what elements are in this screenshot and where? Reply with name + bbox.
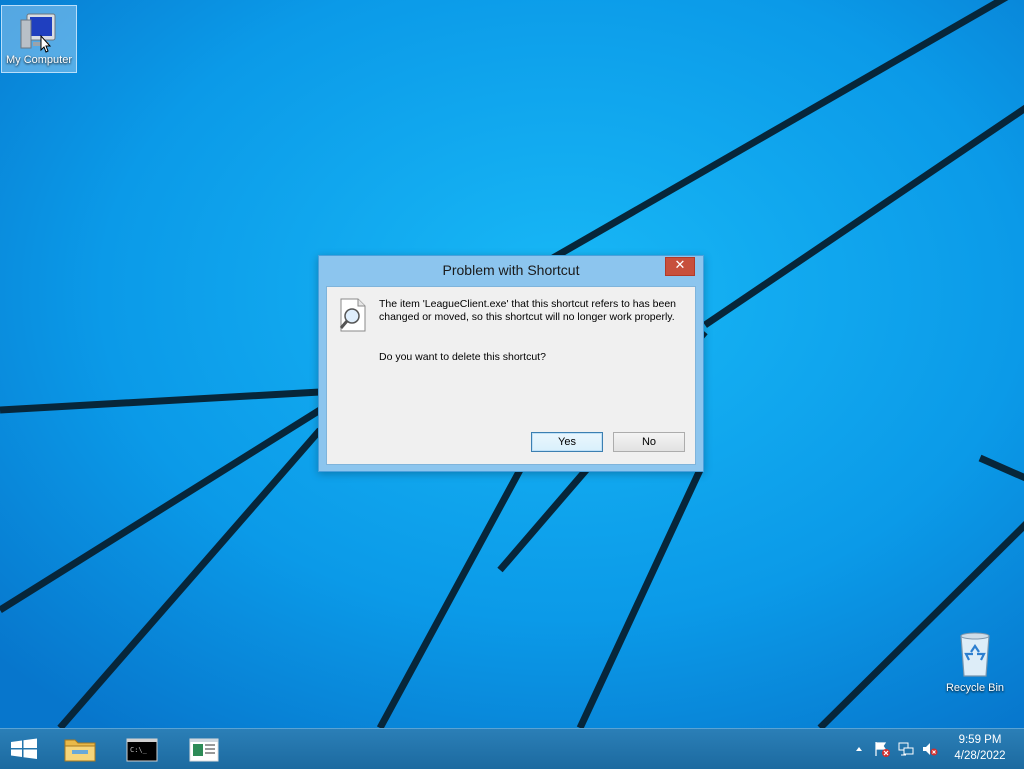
network-icon[interactable] [898, 741, 914, 757]
application-window-icon [189, 738, 219, 762]
document-search-icon [338, 298, 368, 332]
file-explorer-button[interactable] [60, 733, 100, 765]
folder-icon [64, 739, 96, 762]
command-prompt-button[interactable]: C:\_ [122, 733, 162, 765]
desktop-icon-my-computer[interactable]: My Computer [1, 5, 77, 73]
close-button[interactable]: ✕ [665, 257, 695, 276]
terminal-icon: C:\_ [126, 738, 158, 762]
dialog-question: Do you want to delete this shortcut? [379, 351, 546, 363]
action-center-flag-icon[interactable] [874, 741, 890, 757]
recycle-bin-icon [955, 630, 995, 680]
no-button[interactable]: No [613, 432, 685, 452]
application-button[interactable] [184, 733, 224, 765]
volume-muted-icon[interactable] [922, 741, 938, 757]
desktop-icon-label: Recycle Bin [945, 682, 1005, 694]
dialog-body: The item 'LeagueClient.exe' that this sh… [326, 286, 696, 465]
computer-icon [17, 12, 61, 54]
desktop-icon-recycle-bin[interactable]: Recycle Bin [936, 630, 1014, 695]
desktop-icon-label: My Computer [5, 54, 73, 66]
taskbar: C:\_ 9:59 PM 4/28/2022 [0, 728, 1024, 769]
show-hidden-icons-arrow[interactable] [851, 741, 867, 757]
clock-time: 9:59 PM [958, 734, 1002, 746]
shortcut-problem-dialog: Problem with Shortcut ✕ The item 'League… [318, 255, 704, 472]
taskbar-clock[interactable]: 9:59 PM 4/28/2022 [940, 732, 1020, 764]
close-icon: ✕ [674, 258, 686, 273]
svg-text:C:\_: C:\_ [130, 746, 148, 754]
start-button[interactable] [4, 733, 44, 765]
dialog-message: The item 'LeagueClient.exe' that this sh… [379, 298, 677, 323]
yes-button[interactable]: Yes [531, 432, 603, 452]
dialog-title: Problem with Shortcut [442, 262, 580, 278]
windows-logo-icon [11, 738, 37, 759]
clock-date: 4/28/2022 [954, 750, 1006, 762]
